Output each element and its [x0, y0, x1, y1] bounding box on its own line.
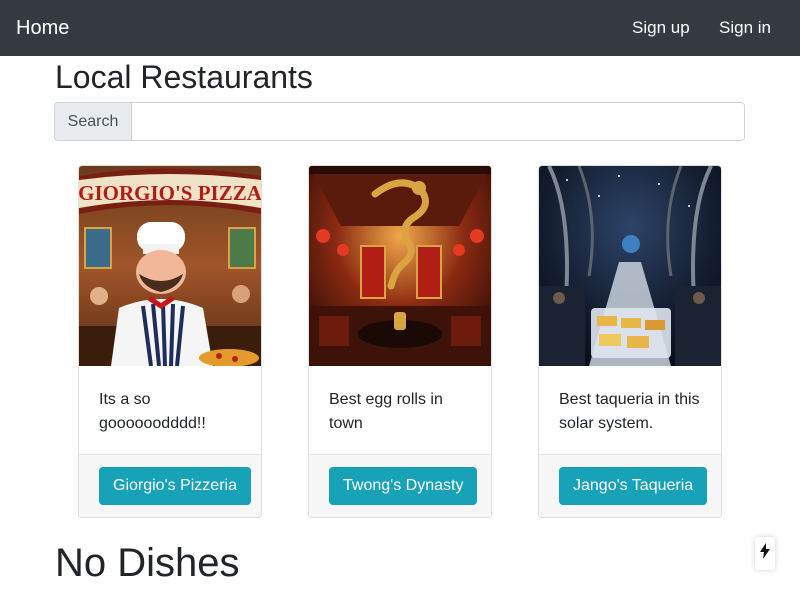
- sign-up-link[interactable]: Sign up: [632, 18, 690, 38]
- restaurant-image: [539, 166, 721, 366]
- search-input[interactable]: [131, 102, 745, 141]
- restaurant-button[interactable]: Twong's Dynasty: [329, 467, 478, 505]
- home-link[interactable]: Home: [16, 16, 69, 40]
- restaurant-image: GIORGIO'S PIZZA: [79, 166, 261, 366]
- dishes-heading: No Dishes: [55, 541, 240, 585]
- search-group: Search: [54, 102, 745, 141]
- bolt-badge[interactable]: [755, 537, 775, 570]
- restaurant-image: [309, 166, 491, 366]
- page-title: Local Restaurants: [55, 59, 313, 95]
- restaurant-card: Best taqueria in this solar system. Jang…: [538, 165, 722, 518]
- restaurant-card: GIORGIO'S PIZZA Its a so goooooodddd!! G…: [78, 165, 262, 518]
- pizzeria-sign-text: GIORGIO'S PIZZA: [79, 181, 261, 205]
- search-label: Search: [54, 102, 131, 141]
- restaurant-button[interactable]: Jango's Taqueria: [559, 467, 708, 505]
- restaurant-card: Best egg rolls in town Twong's Dynasty: [308, 165, 492, 518]
- sign-in-link[interactable]: Sign in: [719, 18, 771, 38]
- card-footer: Jango's Taqueria: [539, 454, 721, 517]
- card-footer: Twong's Dynasty: [309, 454, 491, 517]
- restaurant-description: Best taqueria in this solar system.: [559, 391, 700, 432]
- restaurant-button[interactable]: Giorgio's Pizzeria: [99, 467, 251, 505]
- navbar: Home Sign up Sign in: [0, 0, 800, 56]
- restaurant-description: Its a so goooooodddd!!: [99, 391, 206, 432]
- bolt-icon: [760, 543, 770, 564]
- card-footer: Giorgio's Pizzeria: [79, 454, 261, 517]
- restaurant-description: Best egg rolls in town: [329, 391, 443, 432]
